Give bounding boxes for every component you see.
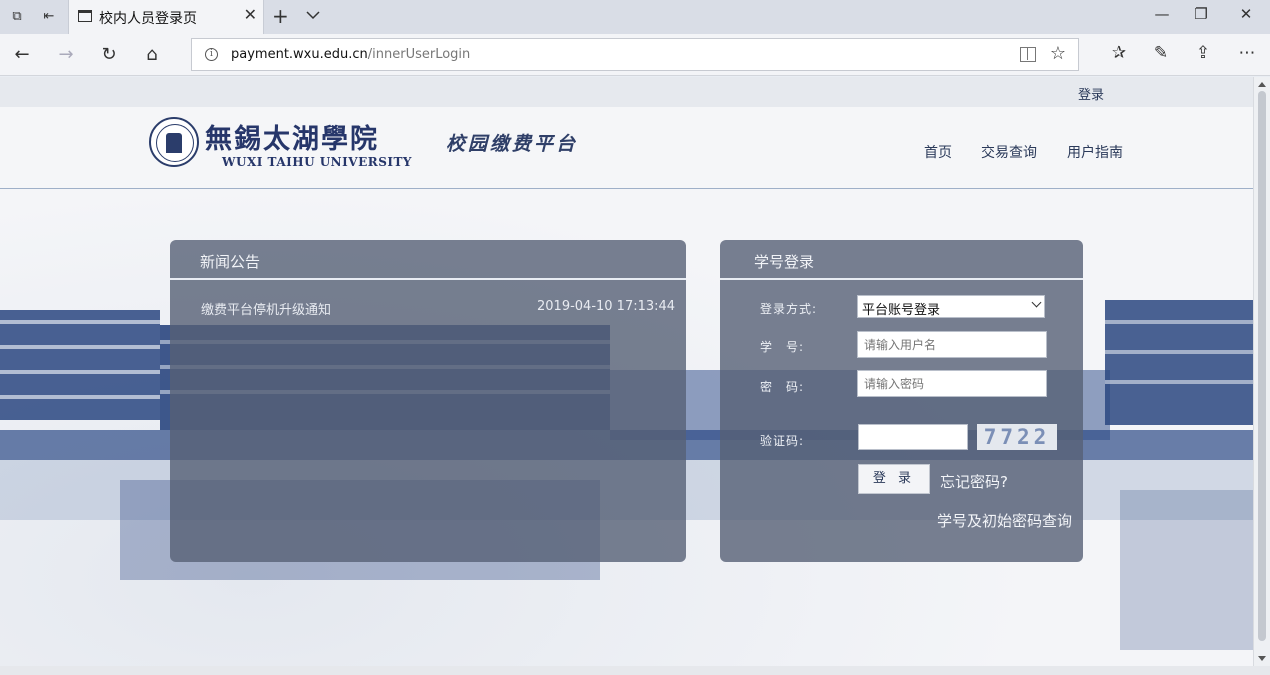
school-name-cn: 無錫太湖學院 — [205, 124, 379, 155]
news-item-title[interactable]: 缴费平台停机升级通知 — [201, 299, 331, 318]
login-method-value: 平台账号登录 — [862, 303, 941, 318]
login-method-select[interactable]: 平台账号登录 — [857, 295, 1045, 318]
tab-title: 校内人员登录页 — [99, 11, 197, 27]
more-options-icon[interactable]: ⋯ — [1236, 43, 1258, 63]
tab-manager-icon[interactable]: ⧉ — [8, 8, 26, 26]
share-icon[interactable]: ⇪ — [1192, 43, 1214, 63]
site-header: 無錫太湖學院 WUXI TAIHU UNIVERSITY 校园缴费平台 首页 交… — [0, 107, 1253, 189]
scroll-up-icon[interactable] — [1258, 82, 1266, 87]
login-panel: 学号登录 登录方式: 平台账号登录 学 号: 密 码: 验证码: 7722 登 … — [720, 240, 1083, 562]
forgot-password-link[interactable]: 忘记密码? — [940, 471, 1008, 492]
pen-notes-icon[interactable]: ✎ — [1150, 43, 1172, 63]
university-emblem-icon — [149, 117, 199, 167]
news-panel-title: 新闻公告 — [200, 253, 261, 271]
url-text[interactable]: payment.wxu.edu.cn/innerUserLogin — [231, 47, 470, 62]
home-icon[interactable]: ⌂ — [140, 43, 164, 67]
login-panel-title: 学号登录 — [754, 253, 815, 271]
forward-icon[interactable]: → — [54, 43, 78, 67]
browser-tab-bar: ⧉ ⇤ 校内人员登录页 ✕ + — ❐ ✕ — [0, 0, 1270, 34]
browser-nav-bar: ← → ↻ ⌂ i payment.wxu.edu.cn/innerUserLo… — [0, 34, 1270, 76]
top-bar: 登录 — [0, 77, 1253, 107]
captcha-image[interactable]: 7722 — [977, 424, 1057, 450]
new-tab-icon[interactable]: + — [272, 4, 289, 28]
set-tabs-aside-icon[interactable]: ⇤ — [40, 8, 58, 26]
school-name-en: WUXI TAIHU UNIVERSITY — [222, 155, 412, 169]
platform-title: 校园缴费平台 — [446, 133, 579, 155]
scroll-down-icon[interactable] — [1258, 656, 1266, 661]
news-item-date: 2019-04-10 17:13:44 — [537, 299, 676, 314]
refresh-icon[interactable]: ↻ — [97, 43, 121, 67]
nav-transactions-link[interactable]: 交易查询 — [981, 142, 1037, 162]
status-strip — [0, 666, 1270, 675]
login-panel-header: 学号登录 — [720, 240, 1083, 280]
reading-view-icon[interactable] — [1020, 47, 1036, 62]
student-id-lookup-link[interactable]: 学号及初始密码查询 — [937, 510, 1072, 531]
nav-home-link[interactable]: 首页 — [924, 142, 952, 162]
favorite-star-icon[interactable]: ☆ — [1050, 43, 1066, 64]
password-input[interactable] — [857, 370, 1047, 397]
captcha-label: 验证码: — [760, 434, 805, 448]
active-tab[interactable]: 校内人员登录页 ✕ — [68, 0, 264, 34]
scroll-thumb[interactable] — [1258, 91, 1266, 641]
login-button[interactable]: 登 录 — [858, 464, 930, 494]
login-method-label: 登录方式: — [760, 302, 818, 316]
captcha-input[interactable] — [858, 424, 968, 450]
close-window-icon[interactable]: ✕ — [1236, 5, 1256, 23]
minimize-icon[interactable]: — — [1152, 5, 1172, 23]
nav-guide-link[interactable]: 用户指南 — [1067, 142, 1123, 162]
back-icon[interactable]: ← — [10, 43, 34, 67]
page-content: 登录 無錫太湖學院 WUXI TAIHU UNIVERSITY 校园缴费平台 首… — [0, 77, 1253, 666]
password-label: 密 码: — [760, 380, 805, 394]
username-input[interactable] — [857, 331, 1047, 358]
restore-icon[interactable]: ❐ — [1191, 5, 1211, 23]
vertical-scrollbar[interactable] — [1253, 77, 1270, 666]
news-panel-header: 新闻公告 — [170, 240, 686, 280]
address-bar[interactable]: i payment.wxu.edu.cn/innerUserLogin ☆ — [191, 38, 1079, 71]
username-label: 学 号: — [760, 340, 805, 354]
tab-list-chevron-icon[interactable] — [306, 8, 320, 22]
page-icon — [78, 10, 92, 22]
news-panel: 新闻公告 缴费平台停机升级通知 2019-04-10 17:13:44 — [170, 240, 686, 562]
top-login-link[interactable]: 登录 — [1078, 84, 1104, 103]
chevron-down-icon — [1031, 297, 1042, 308]
close-tab-icon[interactable]: ✕ — [244, 5, 257, 24]
favorites-list-icon[interactable]: ✰ — [1108, 43, 1130, 63]
site-info-icon[interactable]: i — [205, 48, 218, 61]
